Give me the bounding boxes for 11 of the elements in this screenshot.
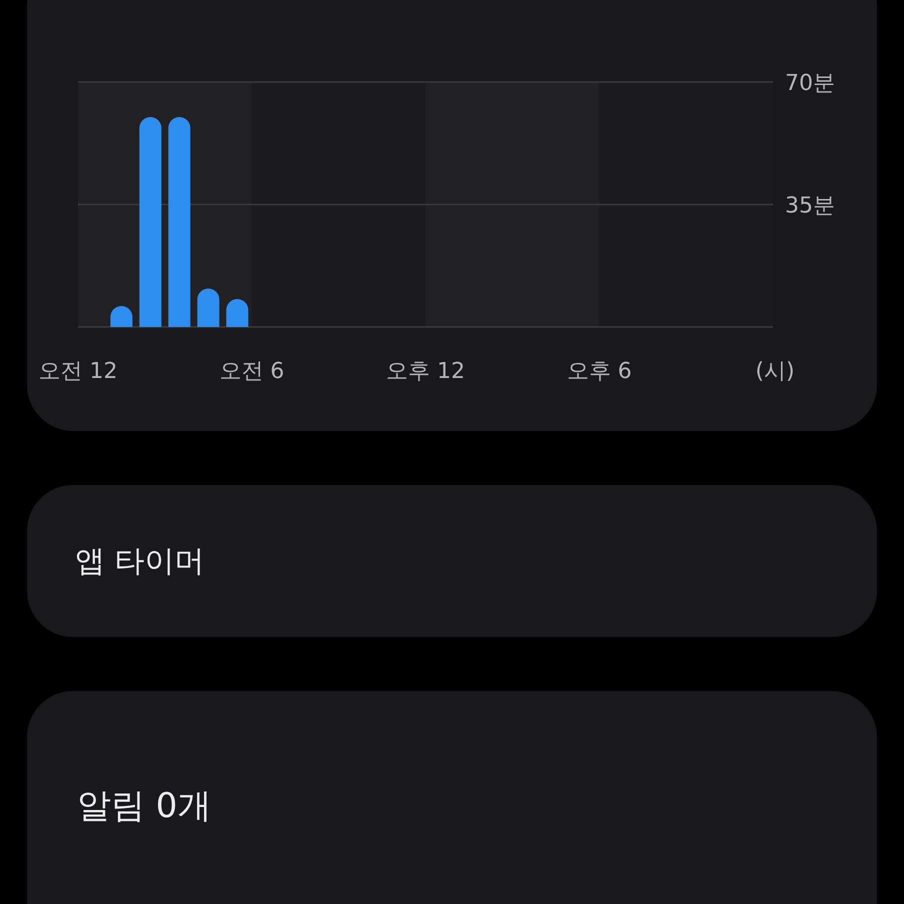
axis-unit-label: (시) [755, 359, 795, 384]
app-timer-card[interactable]: 앱 타이머 [27, 485, 877, 637]
x-tick-label: 오후 12 [386, 359, 465, 384]
card-title: 앱 타이머 [75, 542, 205, 580]
x-tick-label: 오전 12 [38, 359, 118, 384]
x-tick-label: 오후 6 [566, 359, 632, 384]
notifications-card[interactable]: 알림 0개 [27, 691, 877, 904]
card-title: 알림 0개 [77, 785, 212, 828]
x-tick-label: 오전 6 [219, 359, 284, 384]
y-tick-label: 35분 [785, 194, 835, 218]
y-tick-label: 70분 [785, 71, 835, 96]
